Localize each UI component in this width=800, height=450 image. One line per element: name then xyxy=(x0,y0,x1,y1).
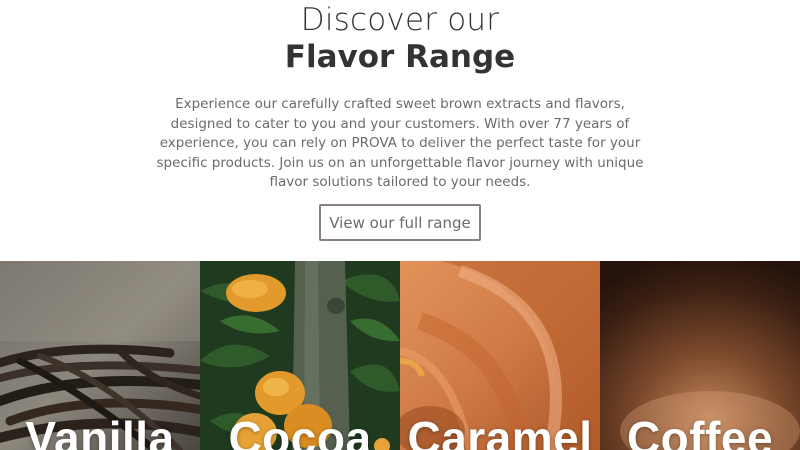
hero-section: Discover our Flavor Range Experience our… xyxy=(0,0,800,261)
flavor-tile-cocoa[interactable]: Cocoa xyxy=(200,261,400,450)
flavor-label-vanilla: Vanilla xyxy=(25,412,175,450)
flavor-label-caramel: Caramel xyxy=(407,412,593,450)
flavor-label-cocoa: Cocoa xyxy=(228,412,372,450)
flavor-tile-vanilla[interactable]: Vanilla xyxy=(0,261,200,450)
view-full-range-button[interactable]: View our full range xyxy=(319,204,481,241)
intro-paragraph: Experience our carefully crafted sweet b… xyxy=(156,96,644,190)
page-title-line-2: Flavor Range xyxy=(284,39,516,75)
flavor-tiles: Vanilla Cocoa Caramel Coffee xyxy=(0,261,800,450)
flavor-tile-caramel[interactable]: Caramel xyxy=(400,261,600,450)
flavor-label-coffee: Coffee xyxy=(626,412,774,450)
page-title-line-1: Discover our xyxy=(300,2,500,38)
flavor-tile-coffee[interactable]: Coffee xyxy=(600,261,800,450)
